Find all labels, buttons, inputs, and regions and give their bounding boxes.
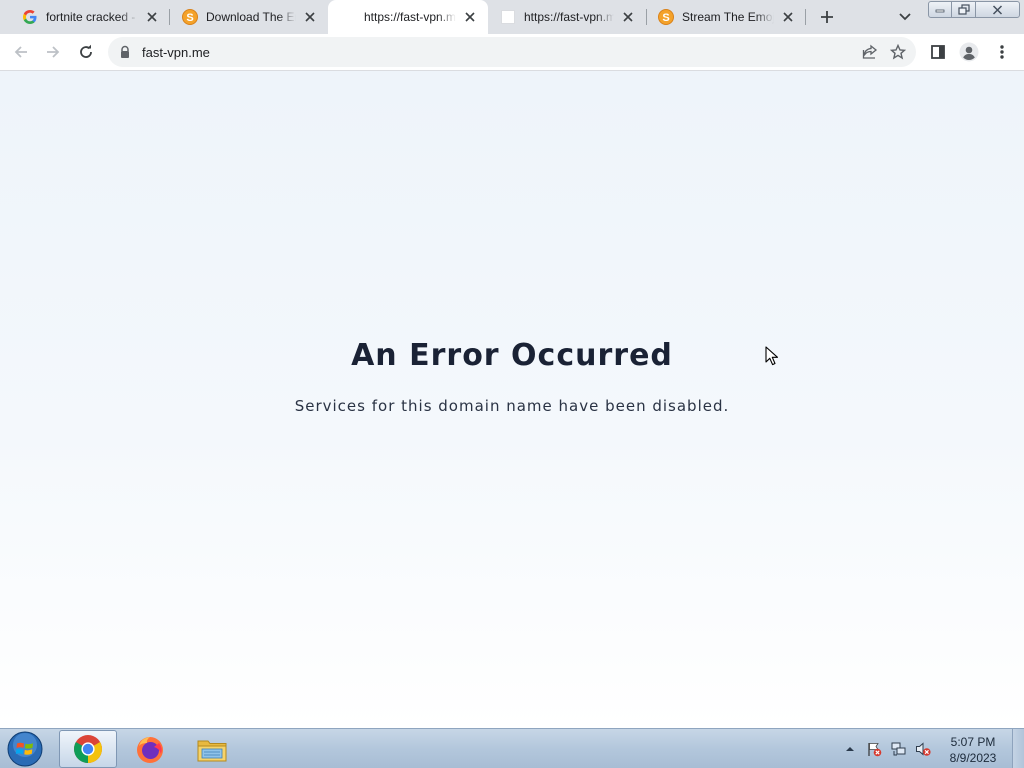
file-explorer-icon (197, 740, 227, 762)
tab-strip: fortnite cracked - S Download The En htt… (0, 0, 1024, 34)
reload-icon (80, 44, 92, 58)
tab-separator (805, 9, 806, 25)
start-button[interactable] (5, 730, 45, 768)
show-hidden-icons-icon[interactable] (844, 743, 856, 755)
tab-title: Download The En (206, 10, 296, 24)
side-panel-button[interactable] (924, 38, 952, 66)
three-dot-menu-icon (1000, 45, 1004, 59)
taskbar-chrome-button[interactable] (59, 730, 117, 768)
profile-avatar-icon (959, 42, 979, 62)
close-tab-icon[interactable] (144, 9, 160, 25)
minimize-button[interactable] (928, 1, 952, 18)
action-center-flag-icon[interactable] (866, 741, 882, 757)
taskbar-firefox-button[interactable] (121, 730, 179, 768)
error-heading: An Error Occurred (351, 338, 673, 373)
volume-muted-icon[interactable] (915, 741, 931, 757)
back-button[interactable] (7, 38, 35, 66)
tab-4[interactable]: S Stream The Emoji (646, 0, 806, 34)
chevron-down-icon (899, 13, 911, 21)
close-icon (992, 4, 1003, 15)
error-message: Services for this domain name have been … (294, 397, 730, 415)
restore-button[interactable] (951, 1, 976, 18)
tab-title: Stream The Emoji (682, 10, 774, 24)
tab-title: https://fast-vpn.m (524, 10, 614, 24)
new-tab-button[interactable] (815, 5, 839, 29)
google-icon (22, 9, 38, 25)
menu-button[interactable] (988, 38, 1016, 66)
restore-icon (957, 4, 970, 15)
page-content: An Error Occurred Services for this doma… (0, 71, 1024, 728)
clock-time: 5:07 PM (950, 735, 996, 749)
side-panel-icon (931, 45, 945, 59)
bookmark-star-icon[interactable] (890, 44, 906, 60)
clock-date: 8/9/2023 (949, 751, 997, 765)
url-text[interactable]: fast-vpn.me (142, 45, 210, 60)
profile-button[interactable] (955, 38, 983, 66)
close-tab-icon[interactable] (780, 9, 796, 25)
browser-toolbar: fast-vpn.me (0, 34, 1024, 71)
system-clock[interactable]: 5:07 PM 8/9/2023 (942, 734, 1004, 766)
windows-start-orb-icon (7, 731, 43, 767)
tab-search-button[interactable] (893, 5, 917, 29)
arrow-left-icon (14, 46, 27, 58)
minimize-icon (935, 9, 945, 12)
tab-title: fortnite cracked - (46, 10, 136, 24)
forward-button[interactable] (39, 38, 67, 66)
s-site-icon: S (658, 9, 674, 25)
tab-title: https://fast-vpn.m (364, 10, 456, 24)
close-tab-icon[interactable] (302, 9, 318, 25)
network-icon[interactable] (891, 741, 907, 757)
address-bar[interactable]: fast-vpn.me (108, 37, 916, 67)
tab-2-active[interactable]: https://fast-vpn.m (328, 0, 488, 34)
reload-button[interactable] (72, 38, 100, 66)
arrow-right-icon (47, 46, 60, 58)
lock-icon[interactable] (118, 45, 132, 59)
taskbar-explorer-button[interactable] (183, 730, 241, 768)
share-icon[interactable] (862, 44, 878, 60)
plus-icon (821, 11, 833, 23)
taskbar: 5:07 PM 8/9/2023 (0, 728, 1024, 768)
s-site-icon: S (182, 9, 198, 25)
tab-0[interactable]: fortnite cracked - (10, 0, 170, 34)
show-desktop-button[interactable] (1012, 729, 1024, 768)
blank-page-icon (340, 9, 356, 25)
tab-1[interactable]: S Download The En (170, 0, 328, 34)
close-tab-icon[interactable] (620, 9, 636, 25)
firefox-icon (137, 737, 163, 763)
close-tab-icon[interactable] (462, 9, 478, 25)
tab-3[interactable]: https://fast-vpn.m (488, 0, 646, 34)
mouse-cursor-icon (765, 346, 779, 366)
blank-page-icon (500, 9, 516, 25)
close-window-button[interactable] (975, 1, 1020, 18)
chrome-icon (74, 735, 102, 763)
